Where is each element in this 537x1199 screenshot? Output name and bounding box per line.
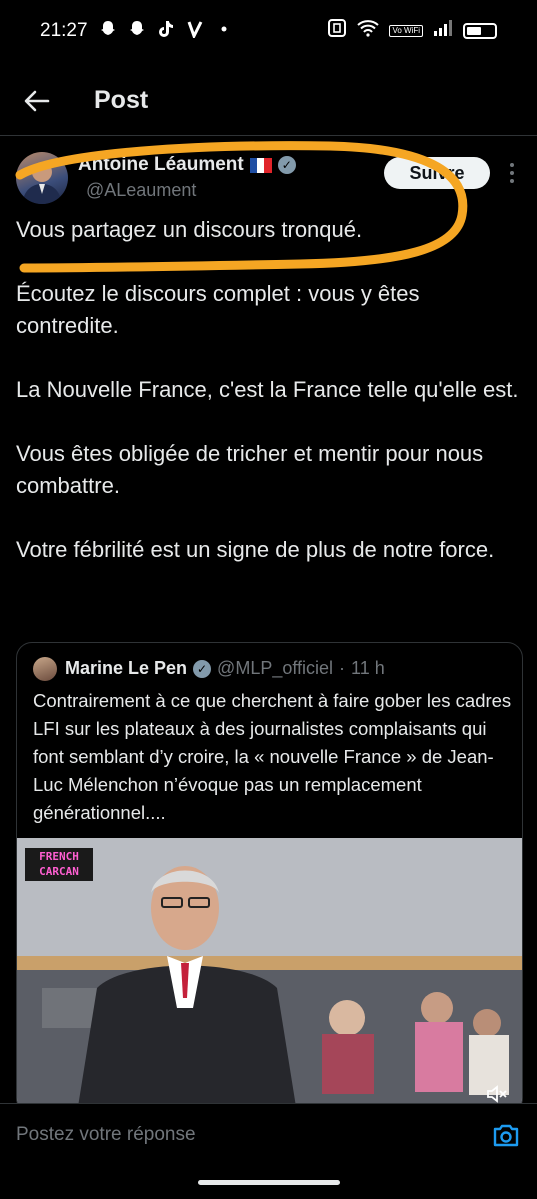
france-flag-icon <box>249 157 272 173</box>
post-text: Vous partagez un discours tronqué. Écout… <box>16 214 521 598</box>
battery-icon <box>463 22 497 39</box>
dot-icon <box>214 18 234 40</box>
post-paragraph: Votre fébrilité est un signe de plus de … <box>16 537 495 562</box>
v-app-icon <box>185 18 205 40</box>
quoted-video-media[interactable]: FRENCH CARCAN <box>17 838 522 1113</box>
post-paragraph: Vous êtes obligée de tricher et mentir p… <box>16 441 484 498</box>
quoted-post-time: 11 h <box>351 658 385 678</box>
status-system-icons: Vo WiFi <box>327 18 497 43</box>
quoted-post-header: Marine Le Pen ✓ @MLP_officiel · 11 h <box>65 658 385 679</box>
quoted-author-name[interactable]: Marine Le Pen <box>65 658 187 679</box>
author-handle[interactable]: @ALeaument <box>86 180 196 201</box>
post-paragraph: Vous partagez un discours tronqué. <box>16 217 363 242</box>
tiktok-icon <box>156 18 176 40</box>
post-paragraph: Écoutez le discours complet : vous y ête… <box>16 281 420 338</box>
snapchat-icon <box>127 18 147 40</box>
arrow-left-icon <box>24 90 50 112</box>
mute-icon[interactable] <box>484 1083 510 1105</box>
verified-badge-icon: ✓ <box>193 659 212 678</box>
author-name-row[interactable]: Antoine Léaument ✓ <box>78 154 296 176</box>
battery-level <box>467 26 481 35</box>
author-name[interactable]: Antoine Léaument <box>78 154 244 176</box>
back-button[interactable] <box>20 84 54 118</box>
quoted-post-text: Contrairement à ce que cherchent à faire… <box>33 690 512 823</box>
author-avatar[interactable] <box>16 152 68 204</box>
wifi-icon <box>357 19 380 42</box>
home-indicator[interactable] <box>198 1180 340 1185</box>
meta-separator: · <box>339 658 346 678</box>
video-watermark-badge: FRENCH CARCAN <box>25 848 93 881</box>
page-title: Post <box>94 86 149 114</box>
verified-badge-icon: ✓ <box>277 156 296 174</box>
header-divider <box>0 135 537 136</box>
signal-icon <box>433 19 453 42</box>
status-bar: 21:27 Vo WiFi <box>0 0 537 62</box>
post-paragraph: La Nouvelle France, c'est la France tell… <box>16 377 519 402</box>
quoted-author-handle[interactable]: @MLP_officiel <box>217 658 333 679</box>
camera-icon[interactable] <box>492 1122 520 1148</box>
quoted-post-card[interactable]: Marine Le Pen ✓ @MLP_officiel · 11 h Con… <box>16 642 523 1114</box>
more-options-icon[interactable] <box>502 160 522 186</box>
quoted-author-avatar[interactable] <box>33 657 57 681</box>
vowifi-icon: Vo WiFi <box>389 24 423 37</box>
snapchat-icon <box>98 18 118 40</box>
follow-button[interactable]: Suivre <box>384 157 490 189</box>
watermark-line: CARCAN <box>39 865 79 878</box>
watermark-line: FRENCH <box>39 850 79 863</box>
status-notification-icons <box>98 18 234 40</box>
status-time: 21:27 <box>40 20 88 41</box>
reply-input[interactable]: Postez votre réponse <box>16 1124 196 1146</box>
nfc-icon <box>327 18 347 43</box>
